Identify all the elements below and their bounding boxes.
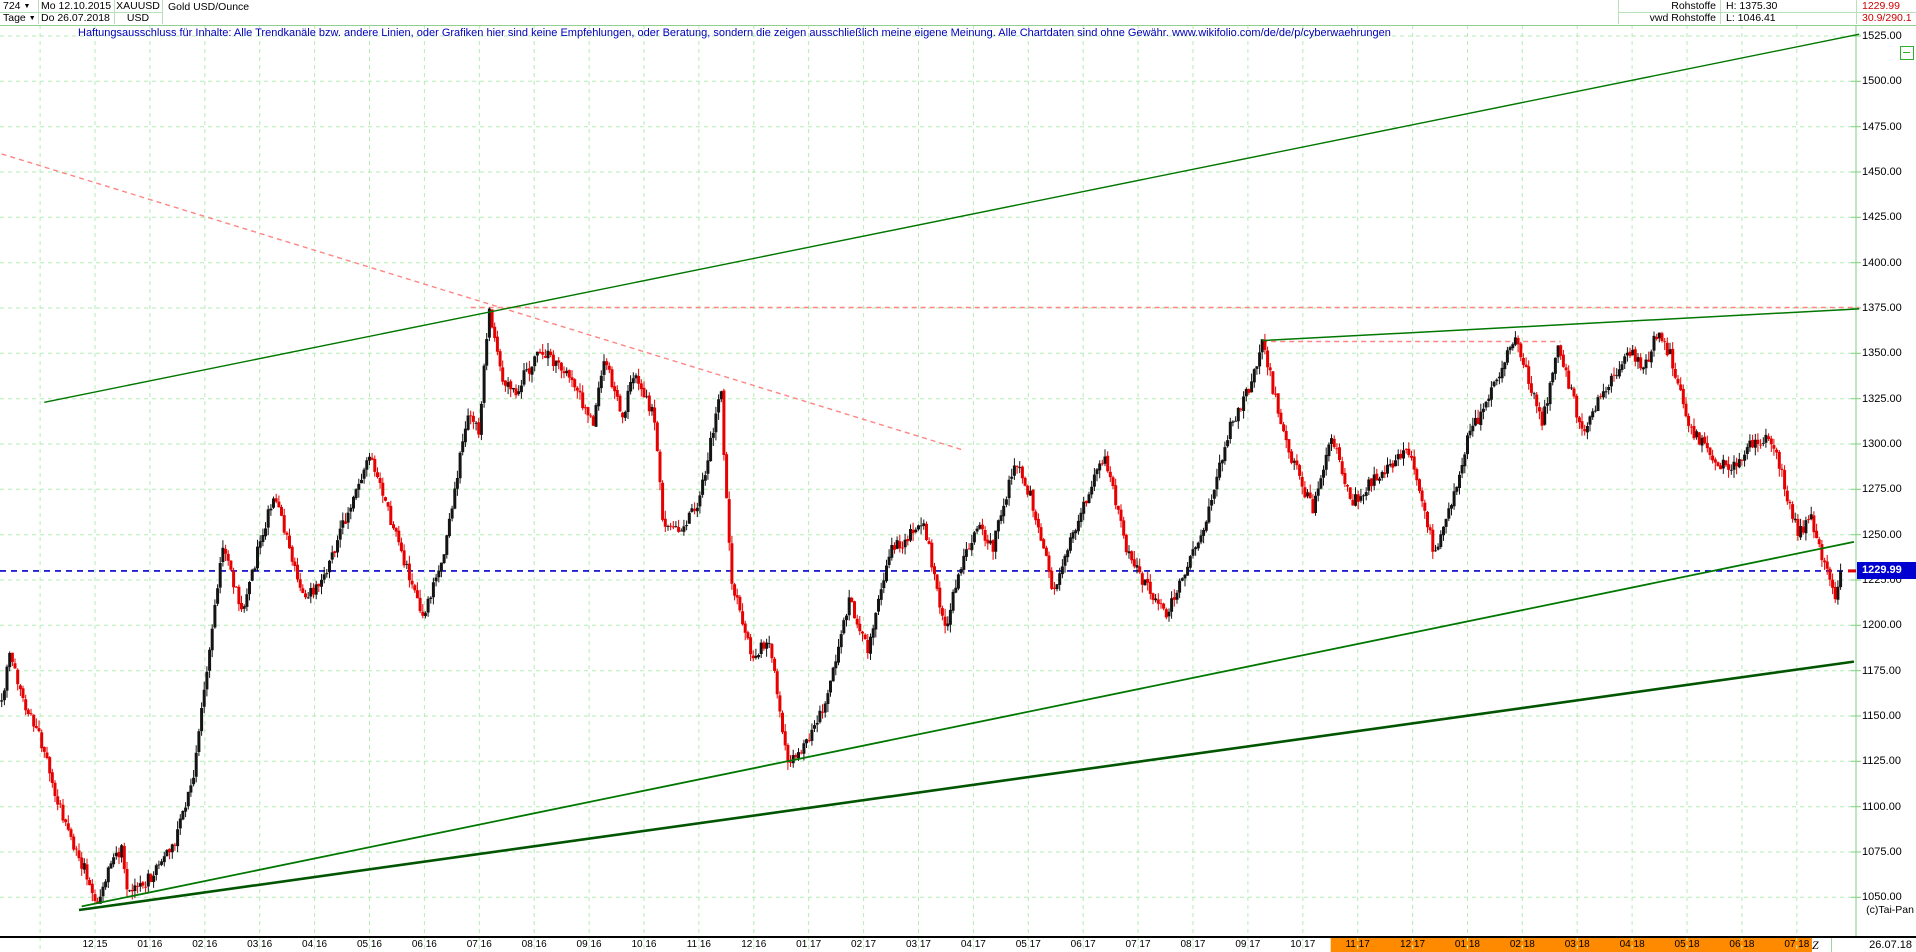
price-axis-label: 1450.00 <box>1862 165 1902 178</box>
time-axis-month-label: 02 17 <box>851 939 877 950</box>
price-axis-label: 1525.00 <box>1862 30 1902 42</box>
time-axis-month-label: 06 17 <box>1070 939 1096 950</box>
time-axis-month-label: 06 18 <box>1729 939 1755 950</box>
chevron-down-icon: ▼ <box>28 15 36 22</box>
time-axis-month-label: 12 16 <box>741 939 767 950</box>
time-axis-month-label: 04 18 <box>1619 939 1645 950</box>
instrument-title: Gold USD/Ounce <box>168 1 250 13</box>
zoom-marker[interactable]: Z <box>1812 938 1819 952</box>
change-info-value: 30.9/290.1 <box>1862 12 1912 24</box>
time-axis-month-label: 05 16 <box>356 939 382 950</box>
price-axis-label: 1275.00 <box>1862 483 1902 496</box>
minus-glyph <box>1903 52 1910 53</box>
price-axis-label: 1475.00 <box>1862 120 1902 133</box>
period-dropdown[interactable]: Tage ▼ <box>3 12 36 24</box>
time-axis-month-label: 01 18 <box>1454 939 1480 950</box>
date-to-field[interactable]: Do 26.07.2018 <box>41 12 110 24</box>
price-axis-label: 1250.00 <box>1862 528 1902 541</box>
time-axis-month-label: 11 17 <box>1345 939 1370 950</box>
time-axis-month-label: 10 17 <box>1290 939 1316 950</box>
chart-tool-icon[interactable] <box>1900 46 1914 60</box>
time-axis-month-label: 02 16 <box>192 939 218 950</box>
price-axis-label: 1150.00 <box>1862 709 1901 722</box>
price-axis-label: 1400.00 <box>1862 256 1902 269</box>
time-axis-month-label: 01 17 <box>796 939 822 950</box>
footer-divider <box>1831 938 1832 952</box>
time-axis-month-label: 10 16 <box>631 939 657 950</box>
chart-header: 724 ▼ Tage ▼ Mo 12.10.2015 Do 26.07.2018… <box>0 0 1916 26</box>
time-axis-month-label: 08 16 <box>521 939 547 950</box>
symbol-label: XAUUSD <box>116 0 160 12</box>
chevron-down-icon: ▼ <box>23 3 31 10</box>
price-axis-label: 1325.00 <box>1862 392 1902 405</box>
time-axis-month-label: 05 17 <box>1015 939 1041 950</box>
price-axis-label: 1075.00 <box>1862 845 1902 858</box>
price-axis-label: 1100.00 <box>1862 800 1901 813</box>
disclaimer-text: Haftungsausschluss für Inhalte: Alle Tre… <box>78 27 1391 39</box>
time-axis-month-label: 12 15 <box>82 939 108 950</box>
low-value: L: 1046.41 <box>1726 12 1776 24</box>
high-value: H: 1375.30 <box>1726 0 1778 12</box>
time-axis-month-label: 03 16 <box>247 939 273 950</box>
time-axis-month-label: 11 16 <box>686 939 711 950</box>
copyright-label: (c)Tai-Pan <box>1866 904 1914 916</box>
price-axis-label: 1375.00 <box>1862 301 1902 314</box>
time-axis-month-label: 04 16 <box>302 939 328 950</box>
price-axis-label: 1350.00 <box>1862 347 1902 360</box>
chart-canvas[interactable] <box>0 0 1916 952</box>
price-axis-label: 1500.00 <box>1862 75 1902 88</box>
price-axis-label: 1200.00 <box>1862 619 1902 632</box>
price-axis-label: 1050.00 <box>1862 891 1902 904</box>
category-label: Rohstoffe <box>1671 0 1716 12</box>
last-price-value: 1229.99 <box>1862 0 1900 12</box>
footer-date: 26.07.18 <box>1869 939 1912 951</box>
provider-label: vwd Rohstoffe <box>1649 12 1716 24</box>
time-axis-month-label: 07 16 <box>466 939 492 950</box>
price-axis-label: 1125.00 <box>1862 755 1901 768</box>
taipan-chart-window: 724 ▼ Tage ▼ Mo 12.10.2015 Do 26.07.2018… <box>0 0 1916 952</box>
time-axis-month-label: 03 18 <box>1564 939 1590 950</box>
date-from-field[interactable]: Mo 12.10.2015 <box>41 0 111 12</box>
time-axis-month-label: 12 17 <box>1400 939 1426 950</box>
time-axis-month-label: 02 18 <box>1509 939 1535 950</box>
current-price-badge: 1229.99 <box>1857 561 1916 579</box>
price-axis-label: 1175.00 <box>1862 664 1901 677</box>
time-axis-month-label: 05 18 <box>1674 939 1700 950</box>
header-divider <box>162 0 163 24</box>
currency-label: USD <box>126 12 150 24</box>
time-axis-month-label: 08 17 <box>1180 939 1206 950</box>
time-axis-month-label: 07 18 <box>1784 939 1810 950</box>
time-axis-month-label: 01 16 <box>137 939 163 950</box>
time-axis-month-label: 04 17 <box>960 939 986 950</box>
price-axis-label: 1300.00 <box>1862 437 1902 450</box>
time-axis-month-label: 09 17 <box>1235 939 1261 950</box>
time-axis-month-label: 09 16 <box>576 939 602 950</box>
time-axis-month-label: 03 17 <box>905 939 931 950</box>
time-axis-month-label: 06 16 <box>411 939 437 950</box>
price-axis-label: 1425.00 <box>1862 211 1902 224</box>
time-axis-month-label: 07 17 <box>1125 939 1151 950</box>
bars-count-dropdown[interactable]: 724 ▼ <box>3 0 30 12</box>
